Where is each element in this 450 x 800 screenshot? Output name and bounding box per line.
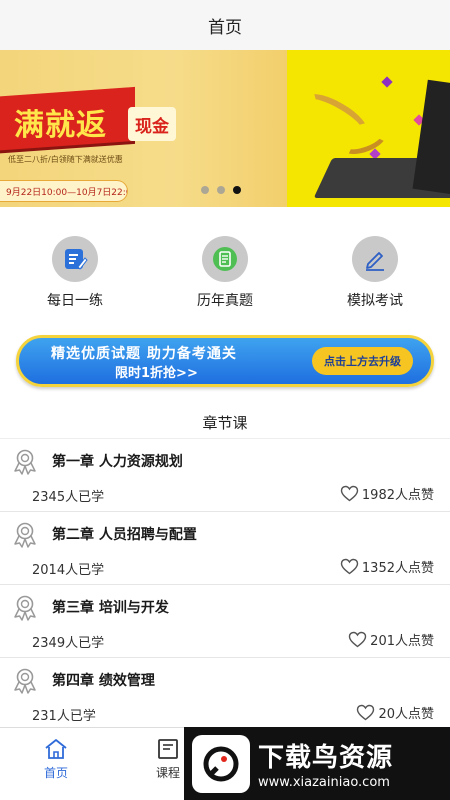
chapter-learners: 2349人已学 [32,636,105,651]
quick-past-papers[interactable]: 历年真题 [175,236,275,310]
chapter-title: 第四章 绩效管理 [52,673,155,689]
medal-icon [14,522,36,548]
quick-icon-bg [52,236,98,282]
quick-daily-practice[interactable]: 每日一练 [25,236,125,310]
section-title: 章节课 [0,413,450,439]
like-button[interactable]: 201人点赞 [348,630,434,649]
carousel-dot[interactable] [201,186,209,194]
chapter-item[interactable]: 第四章 绩效管理 231人已学 20人点赞 [0,658,450,731]
banner-headline: 满就返 [14,108,107,143]
chapter-item[interactable]: 第一章 人力资源规划 2345人已学 1982人点赞 [0,439,450,512]
nav-label: 首页 [43,766,68,780]
medal-icon [14,449,36,475]
quick-actions: 每日一练 历年真题 模拟考试 [0,207,450,335]
banner-slide-cashback[interactable]: 满就返 现金 低至二八折/白领随下满就送优惠 9月22日10:00—10月7日2… [0,50,287,207]
like-count: 20人点赞 [378,707,434,722]
heart-icon [348,631,367,648]
promo-headline: 精选优质试题 助力备考通关 [51,346,237,362]
book-icon [158,739,178,759]
app-screen: 首页 满就返 现金 低至二八折/白领随下满就送优惠 9月22日10:00—10月… [0,0,450,800]
quick-icon-bg [202,236,248,282]
heart-icon [357,704,375,721]
banner-slide-keyboard[interactable] [287,50,450,207]
page-title: 首页 [208,17,242,38]
chapter-title: 第三章 培训与开发 [52,600,169,616]
chapter-item[interactable]: 第二章 人员招聘与配置 2014人已学 1352人点赞 [0,512,450,585]
chapter-title: 第一章 人力资源规划 [52,454,183,470]
watermark-overlay: 下载鸟资源 www.xiazainiao.com [184,727,450,800]
medal-icon [14,595,36,621]
like-button[interactable]: 20人点赞 [356,703,434,722]
heart-icon [340,485,359,502]
watermark-url: www.xiazainiao.com [258,775,390,790]
banner-date: 9月22日10:00—10月7日22:00 [0,180,128,202]
watermark-title: 下载鸟资源 [258,743,394,773]
like-count: 1352人点赞 [361,561,434,576]
pencil-icon [366,252,384,271]
promo-subline: 限时1折抢>> [115,366,198,381]
quick-icon-bg [352,236,398,282]
chapter-learners: 2345人已学 [32,490,105,505]
home-icon [45,739,67,759]
chapter-list: 第一章 人力资源规划 2345人已学 1982人点赞 第二章 人员招聘与配置 2… [0,439,450,731]
banner-tag: 现金 [128,107,176,141]
like-button[interactable]: 1352人点赞 [340,557,434,576]
medal-icon [14,668,36,694]
like-button[interactable]: 1982人点赞 [340,484,434,503]
chapter-learners: 2014人已学 [32,563,105,578]
document-icon [213,247,237,271]
nav-label: 课程 [155,766,180,780]
watermark-text: 下载鸟资源 www.xiazainiao.com [258,737,393,790]
chapter-item[interactable]: 第三章 培训与开发 2349人已学 201人点赞 [0,585,450,658]
carousel-dots [201,186,241,194]
upgrade-promo-banner[interactable]: 精选优质试题 助力备考通关 限时1折抢>> 点击上方去升级 [16,335,434,387]
top-bar: 首页 [0,0,450,50]
bird-logo-icon [192,734,250,793]
chapter-title: 第二章 人员招聘与配置 [52,527,197,543]
quick-label: 历年真题 [197,293,253,309]
quick-mock-exam[interactable]: 模拟考试 [325,236,425,310]
spark-decoration [381,76,393,88]
monitor-image [412,79,450,195]
edit-list-icon [65,249,88,270]
nav-home[interactable]: 首页 [0,728,112,800]
heart-icon [340,558,359,575]
quick-label: 模拟考试 [347,293,403,309]
banner-desc: 低至二八折/白领随下满就送优惠 [8,155,123,164]
upgrade-button[interactable]: 点击上方去升级 [312,347,413,375]
chapter-learners: 231人已学 [32,709,96,724]
like-count: 1982人点赞 [361,488,434,503]
banner-carousel[interactable]: 满就返 现金 低至二八折/白领随下满就送优惠 9月22日10:00—10月7日2… [0,50,450,207]
carousel-dot-active[interactable] [233,186,241,194]
carousel-dot[interactable] [217,186,225,194]
like-count: 201人点赞 [370,634,434,649]
quick-label: 每日一练 [47,293,103,309]
